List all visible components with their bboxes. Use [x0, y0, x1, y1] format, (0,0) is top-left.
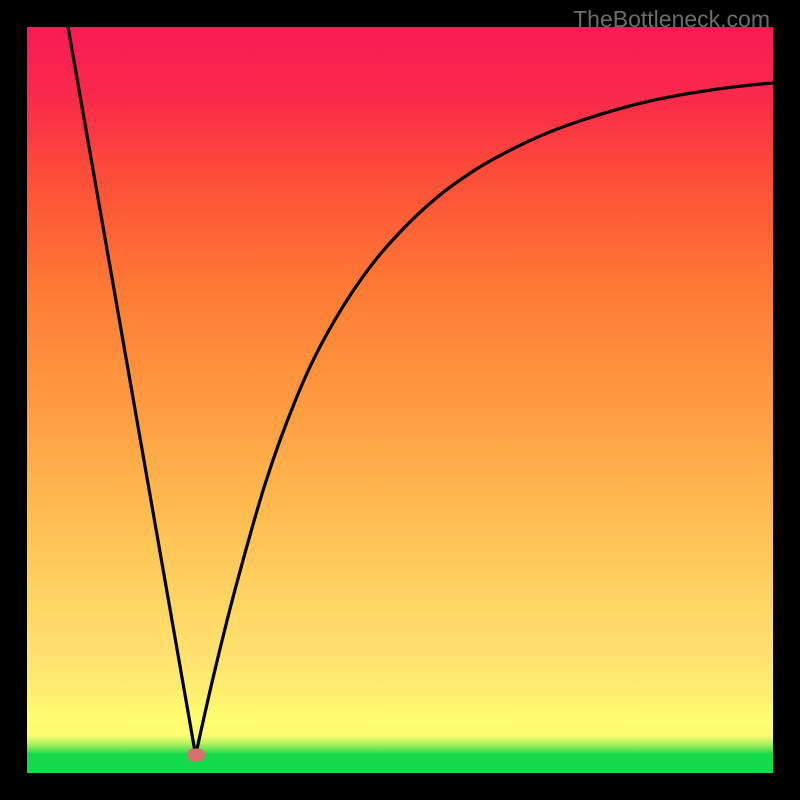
bottleneck-curve: [68, 27, 773, 755]
chart-frame: TheBottleneck.com: [0, 0, 800, 800]
plot-area: [27, 27, 773, 773]
curve-svg: [27, 27, 773, 773]
minimum-marker: [187, 749, 205, 762]
